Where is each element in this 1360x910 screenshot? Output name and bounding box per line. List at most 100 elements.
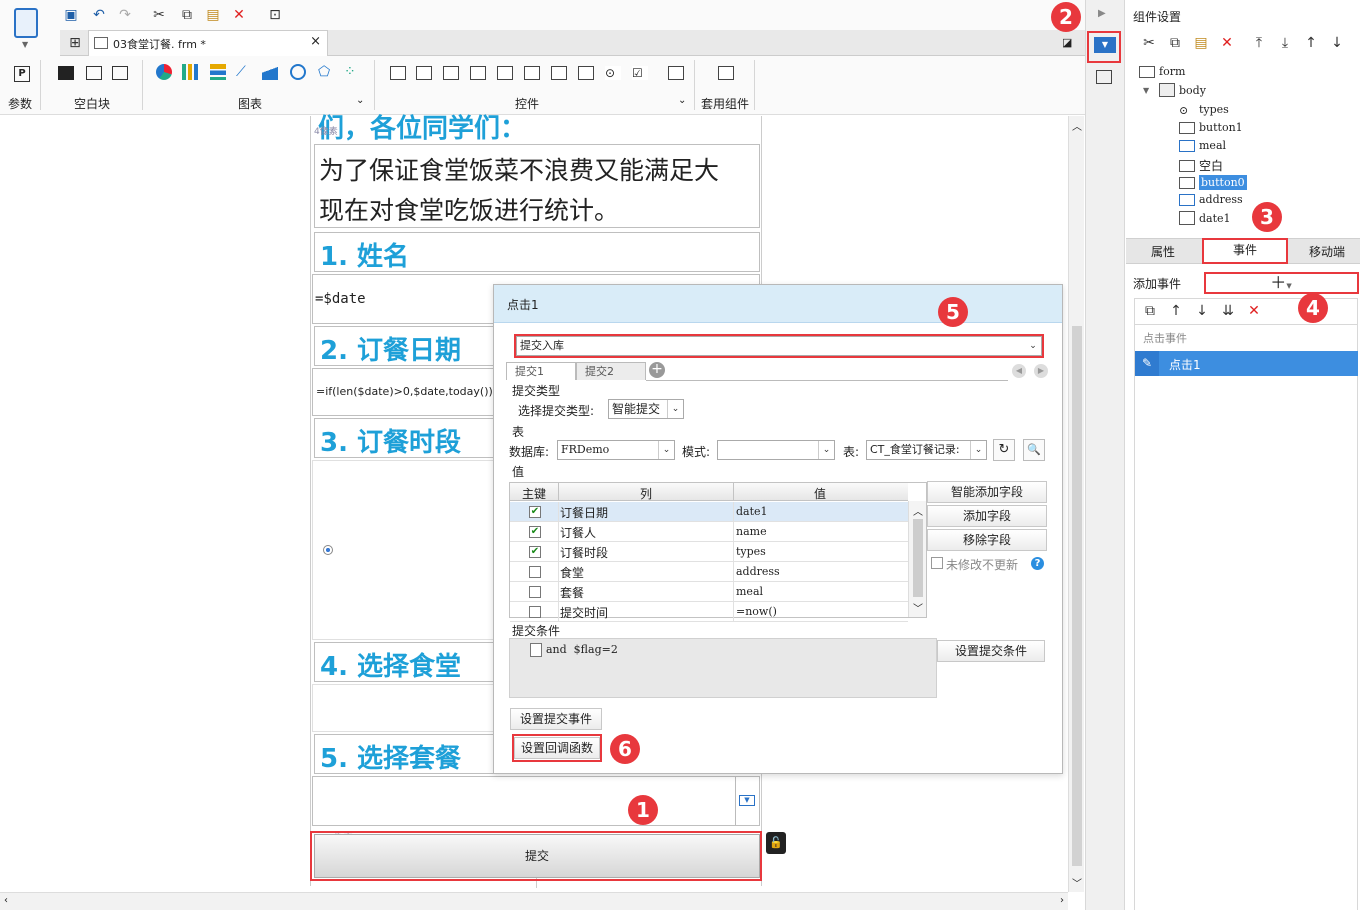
move-up-icon[interactable]: ↑ xyxy=(1167,302,1185,320)
refresh-icon[interactable]: ↻ xyxy=(993,439,1015,461)
tab-mobile[interactable]: 移动端 xyxy=(1294,243,1360,260)
tree-address[interactable]: address xyxy=(1179,193,1243,206)
cut-icon[interactable]: ✂ xyxy=(150,6,168,24)
tab-scroll-left-icon[interactable]: ◀ xyxy=(1012,364,1026,378)
gauge-chart-icon[interactable] xyxy=(290,64,306,80)
table-row[interactable]: ✔ 订餐日期 date1 xyxy=(510,502,908,522)
table-row[interactable]: 食堂 address xyxy=(510,562,908,582)
template-component-icon[interactable] xyxy=(718,66,734,80)
tree-button0[interactable]: button0 xyxy=(1179,175,1247,190)
primary-key-checkbox[interactable]: ✔ xyxy=(529,546,541,558)
textarea-control-icon[interactable] xyxy=(578,66,594,80)
preview-table-icon[interactable]: 🔍 xyxy=(1023,439,1045,461)
scatter-chart-icon[interactable]: ⁘ xyxy=(344,64,356,80)
control-expand-icon[interactable]: ⌄ xyxy=(678,95,686,106)
tree-date1[interactable]: date1 xyxy=(1179,211,1231,225)
file-tab[interactable]: 03食堂订餐. frm * × xyxy=(88,30,328,56)
param-p-icon[interactable]: P xyxy=(14,66,30,82)
date-control-icon[interactable] xyxy=(524,66,540,80)
copy-icon[interactable]: ⧉ xyxy=(1166,34,1184,52)
tab-properties[interactable]: 属性 xyxy=(1130,243,1196,260)
tab-submit1[interactable]: 提交1 xyxy=(506,362,576,380)
label-control-icon[interactable] xyxy=(416,66,432,80)
primary-key-checkbox[interactable]: ✔ xyxy=(529,506,541,518)
scroll-thumb[interactable] xyxy=(1072,326,1082,866)
area-chart-icon[interactable] xyxy=(262,64,278,80)
checkbox-group-icon[interactable]: ☑ xyxy=(632,66,648,80)
grid-scroll-down-icon[interactable]: ﹀ xyxy=(913,600,923,615)
paste-icon[interactable]: ▤ xyxy=(1192,34,1210,52)
tree-blank[interactable]: 空白 xyxy=(1179,157,1223,174)
expand-corner-icon[interactable]: ◪ xyxy=(1062,36,1072,49)
add-tab-icon[interactable]: + xyxy=(649,362,665,378)
table-row[interactable]: 套餐 meal xyxy=(510,582,908,602)
tree-body[interactable]: body xyxy=(1159,83,1206,97)
textbox-control-icon[interactable] xyxy=(390,66,406,80)
table-row[interactable]: ✔ 订餐人 name xyxy=(510,522,908,542)
save-icon[interactable]: ▣ xyxy=(62,6,80,24)
layout-icon[interactable] xyxy=(1096,70,1112,84)
tree-types[interactable]: ⊙ types xyxy=(1179,103,1229,117)
event-item-click1[interactable]: ✎ 点击1 xyxy=(1135,351,1358,376)
table-row[interactable]: ✔ 订餐时段 types xyxy=(510,542,908,562)
tab-submit2[interactable]: 提交2 xyxy=(576,362,646,380)
redo-icon[interactable]: ↷ xyxy=(116,6,134,24)
line-chart-icon[interactable]: ⟋ xyxy=(236,64,246,80)
radio-group-icon[interactable]: ⊙ xyxy=(605,66,621,80)
smart-add-field-button[interactable]: 智能添加字段 xyxy=(927,481,1047,503)
copy-icon[interactable]: ⧉ xyxy=(1141,302,1159,320)
grid-scroll-thumb[interactable] xyxy=(913,519,923,597)
primary-key-checkbox[interactable]: ✔ xyxy=(529,526,541,538)
delete-icon[interactable]: ✕ xyxy=(1245,302,1263,320)
paste-icon[interactable]: ▤ xyxy=(204,6,222,24)
tree-expand-icon[interactable]: ▼ xyxy=(1143,86,1149,95)
delete-icon[interactable]: ✕ xyxy=(230,6,248,24)
button-control-icon[interactable] xyxy=(443,66,459,80)
primary-key-checkbox[interactable] xyxy=(529,586,541,598)
radio-button-icon[interactable] xyxy=(323,545,333,555)
list-control-icon[interactable] xyxy=(497,66,513,80)
chart-expand-icon[interactable]: ⌄ xyxy=(356,95,364,106)
radar-chart-icon[interactable]: ⬠ xyxy=(318,64,330,80)
undo-icon[interactable]: ↶ xyxy=(90,6,108,24)
hbar-chart-icon[interactable] xyxy=(210,64,226,80)
close-tab-icon[interactable]: × xyxy=(310,34,321,49)
delete-icon[interactable]: ✕ xyxy=(1218,34,1236,52)
condition-box[interactable]: and $flag=2 xyxy=(509,638,937,698)
scroll-down-icon[interactable]: ﹀ xyxy=(1072,875,1082,890)
tab-scroll-right-icon[interactable]: ▶ xyxy=(1034,364,1048,378)
mode-select[interactable]: ⌄ xyxy=(717,440,835,460)
primary-key-checkbox[interactable] xyxy=(529,566,541,578)
help-icon[interactable]: ? xyxy=(1031,557,1044,570)
vertical-scrollbar[interactable]: ︿ ﹀ xyxy=(1068,116,1084,892)
horizontal-scrollbar[interactable]: ‹ › xyxy=(0,892,1068,910)
set-condition-button[interactable]: 设置提交条件 xyxy=(937,640,1045,662)
scroll-right-icon[interactable]: › xyxy=(1060,895,1064,906)
blank-block-icon-3[interactable] xyxy=(112,66,128,80)
scroll-left-icon[interactable]: ‹ xyxy=(4,895,8,906)
remove-field-button[interactable]: 移除字段 xyxy=(927,529,1047,551)
table-row[interactable]: 提交时间 =now() xyxy=(510,602,908,622)
bar-chart-icon[interactable] xyxy=(182,64,198,80)
primary-key-checkbox[interactable] xyxy=(529,606,541,618)
format-icon[interactable]: ⊡ xyxy=(266,6,284,24)
intro-text-cell[interactable]: 为了保证食堂饭菜不浪费又能满足大 现在对食堂吃饭进行统计。 xyxy=(314,144,760,228)
move-top-icon[interactable]: ⤒ xyxy=(1250,34,1268,52)
cut-icon[interactable]: ✂ xyxy=(1140,34,1158,52)
tree-meal[interactable]: meal xyxy=(1179,139,1226,152)
grid-icon[interactable]: ⊞ xyxy=(66,34,84,52)
move-down-icon[interactable]: ↓ xyxy=(1193,302,1211,320)
tree-button1[interactable]: button1 xyxy=(1179,121,1243,134)
no-update-checkbox[interactable] xyxy=(931,557,943,569)
meal-combo-cell[interactable]: ▼ xyxy=(312,776,760,826)
pie-chart-icon[interactable] xyxy=(156,64,172,80)
scroll-up-icon[interactable]: ︿ xyxy=(1072,118,1082,133)
database-select[interactable]: FRDemo ⌄ xyxy=(557,440,675,460)
blank-block-icon-2[interactable] xyxy=(86,66,102,80)
app-menu-arrow-icon[interactable]: ▼ xyxy=(22,40,28,49)
lock-icon[interactable]: 🔓 xyxy=(766,832,786,854)
number-control-icon[interactable] xyxy=(551,66,567,80)
tree-form[interactable]: form xyxy=(1139,65,1185,78)
grid-scroll-up-icon[interactable]: ︿ xyxy=(913,503,923,518)
app-logo-icon[interactable] xyxy=(14,8,38,38)
